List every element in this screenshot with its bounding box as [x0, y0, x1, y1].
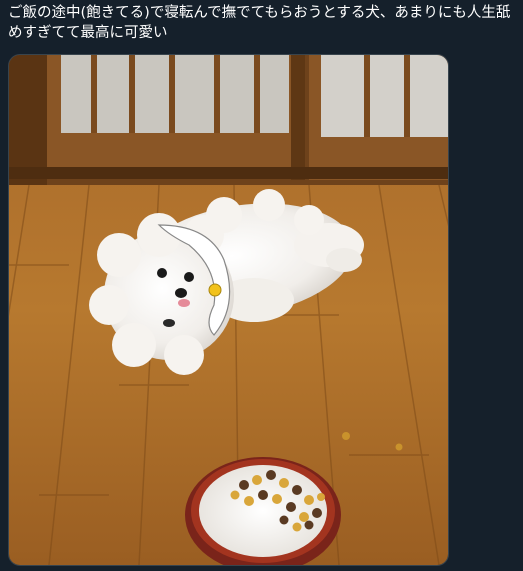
tweet-photo[interactable] [8, 54, 449, 566]
sliding-door [9, 55, 448, 185]
dog-photo [9, 55, 448, 565]
tweet-text: ご飯の途中(飽きてる)で寝転んで撫でてもらおうとする犬、あまりにも人生舐めすぎて… [8, 5, 511, 41]
